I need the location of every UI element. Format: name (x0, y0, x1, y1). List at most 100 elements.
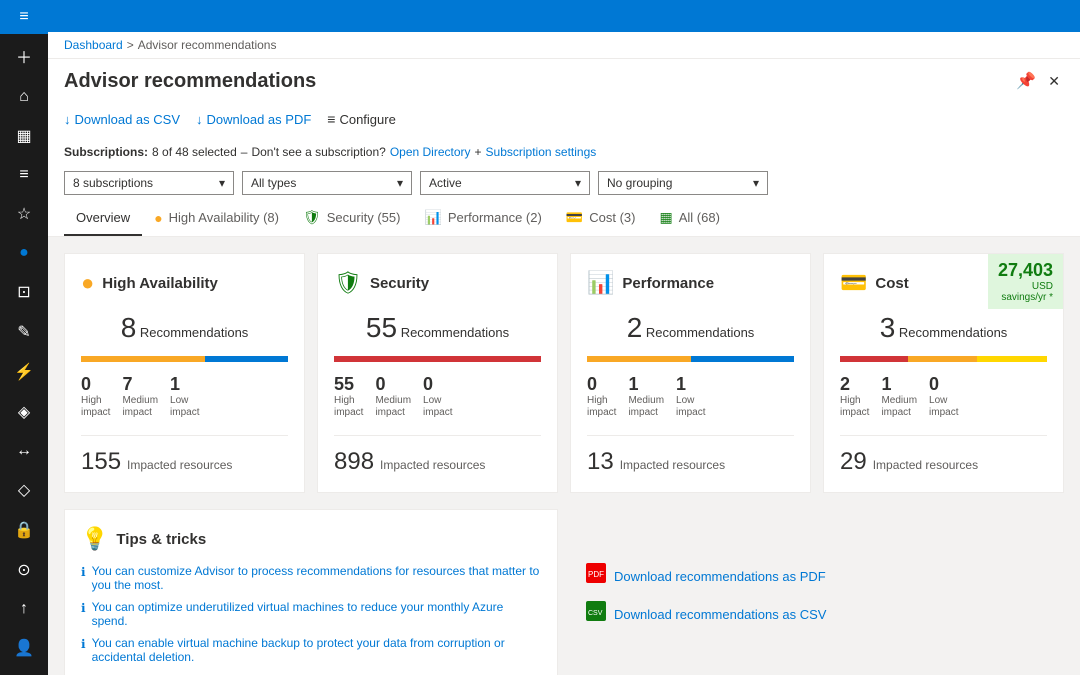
high-availability-impacted-count: 155 (81, 448, 121, 476)
tip-text-3: You can enable virtual machine backup to… (92, 636, 541, 664)
high-availability-impacted-label: Impacted resources (127, 458, 232, 472)
sidebar-icon-up[interactable]: ↑ (0, 590, 48, 628)
performance-high-count: 0 (587, 374, 597, 395)
download-csv-link[interactable]: Download recommendations as CSV (614, 607, 826, 622)
tips-header: 💡 Tips & tricks (81, 526, 541, 552)
performance-impacted-count: 13 (587, 448, 614, 476)
cost-high-label: Highimpact (840, 395, 869, 419)
sidebar-icon-lock[interactable]: 🔒 (0, 510, 48, 550)
performance-card-icon: 📊 (587, 270, 614, 296)
sidebar-icon-grid[interactable]: ⊡ (0, 272, 48, 312)
high-availability-bar-orange (81, 356, 205, 362)
high-availability-card: ● High Availability 8 Recommendations 0 … (64, 253, 305, 493)
cost-savings-period: savings/yr * (998, 292, 1053, 303)
high-availability-tab-icon: ● (154, 210, 162, 226)
status-filter[interactable]: Active ▾ (420, 171, 590, 195)
high-availability-low-count: 1 (170, 374, 180, 395)
tab-all[interactable]: ▦ All (68) (647, 201, 731, 236)
performance-high-label: Highimpact (587, 395, 616, 419)
tab-performance[interactable]: 📊 Performance (2) (412, 201, 553, 236)
cost-card-title: Cost (875, 275, 908, 292)
download-csv-item[interactable]: CSV Download recommendations as CSV (586, 601, 1048, 627)
high-availability-impacted: 155 Impacted resources (81, 435, 288, 476)
tab-overview[interactable]: Overview (64, 201, 142, 236)
download-pdf-link[interactable]: Download recommendations as PDF (614, 569, 826, 584)
sidebar-icon-edit[interactable]: ✎ (0, 312, 48, 352)
configure-button[interactable]: ≡ Configure (327, 107, 396, 131)
tip-text-2: You can optimize underutilized virtual m… (92, 600, 541, 628)
performance-high-impact: 0 Highimpact (587, 374, 616, 419)
sidebar-icon-shape[interactable]: ◇ (0, 470, 48, 510)
tab-performance-label: Performance (2) (448, 210, 542, 225)
performance-medium-label: Mediumimpact (628, 395, 664, 419)
tips-title: Tips & tricks (116, 531, 206, 548)
expand-icon[interactable]: ≡ (19, 8, 28, 26)
svg-text:PDF: PDF (588, 570, 604, 579)
breadcrumb-dashboard[interactable]: Dashboard (64, 38, 123, 52)
all-tab-icon: ▦ (659, 209, 672, 226)
sidebar-icon-star[interactable]: ☆ (0, 194, 48, 234)
tab-cost[interactable]: 💳 Cost (3) (554, 201, 648, 236)
sidebar-icon-arrows[interactable]: ↔ (0, 432, 48, 470)
tips-card: 💡 Tips & tricks ℹ You can customize Advi… (64, 509, 558, 675)
main-container: Dashboard > Advisor recommendations Advi… (48, 0, 1080, 675)
open-directory-link[interactable]: Open Directory (390, 145, 471, 159)
subscriptions-label: Subscriptions: (64, 145, 148, 159)
cost-card-icon: 💳 (840, 270, 867, 296)
security-impacts: 55 Highimpact 0 Mediumimpact 0 Lowimpact (334, 374, 541, 419)
performance-card: 📊 Performance 2 Recommendations 0 Highim… (570, 253, 811, 493)
cost-low-count: 0 (929, 374, 939, 395)
pdf-icon: PDF (586, 563, 606, 589)
high-availability-low-impact: 1 Lowimpact (170, 374, 199, 419)
tab-security-label: Security (55) (327, 210, 401, 225)
sidebar-icon-add[interactable]: ＋ (0, 34, 48, 78)
subscription-settings-link[interactable]: Subscription settings (486, 145, 597, 159)
types-filter[interactable]: All types ▾ (242, 171, 412, 195)
high-availability-low-label: Lowimpact (170, 395, 199, 419)
cost-medium-impact: 1 Mediumimpact (881, 374, 917, 419)
sidebar-icon-home[interactable]: ⌂ (0, 78, 48, 116)
sidebar-icon-lightning[interactable]: ⚡ (0, 352, 48, 392)
sidebar-icon-circle[interactable]: ● (0, 234, 48, 272)
security-progress (334, 356, 541, 362)
high-availability-high-label: Highimpact (81, 395, 110, 419)
high-availability-card-title: High Availability (102, 275, 218, 292)
page-title: Advisor recommendations (64, 70, 316, 93)
performance-count: 2 (627, 312, 643, 343)
sidebar-icon-dashboard[interactable]: ▦ (0, 116, 48, 156)
subscriptions-count: 8 of 48 selected (152, 145, 237, 159)
security-medium-impact: 0 Mediumimpact (375, 374, 411, 419)
pin-button[interactable]: 📌 (1012, 67, 1040, 95)
security-tab-icon: 🛡 (303, 209, 321, 226)
cost-progress (840, 356, 1047, 362)
cost-impacts: 2 Highimpact 1 Mediumimpact 0 Lowimpact (840, 374, 1047, 419)
download-csv-button[interactable]: ↓ Download as CSV (64, 108, 180, 131)
grouping-filter[interactable]: No grouping ▾ (598, 171, 768, 195)
sidebar-icon-diamond[interactable]: ◈ (0, 392, 48, 432)
tab-high-availability[interactable]: ● High Availability (8) (142, 201, 291, 236)
subscriptions-bar: Subscriptions: 8 of 48 selected – Don't … (48, 139, 1080, 165)
tip-icon-3: ℹ (81, 637, 86, 651)
close-button[interactable]: ✕ (1044, 67, 1064, 95)
tab-security[interactable]: 🛡 Security (55) (291, 201, 412, 236)
tip-item-3: ℹ You can enable virtual machine backup … (81, 636, 541, 664)
security-high-impact: 55 Highimpact (334, 374, 363, 419)
tab-overview-label: Overview (76, 210, 130, 225)
types-filter-chevron: ▾ (397, 176, 403, 190)
tip-icon-1: ℹ (81, 565, 86, 579)
sidebar-icon-circle2[interactable]: ⊙ (0, 550, 48, 590)
cost-recommendations: 3 Recommendations (840, 312, 1047, 344)
tip-text-1: You can customize Advisor to process rec… (92, 564, 541, 592)
download-pdf-button[interactable]: ↓ Download as PDF (196, 108, 311, 131)
sidebar-icon-person[interactable]: 👤 (0, 628, 48, 668)
tip-icon-2: ℹ (81, 601, 86, 615)
subscriptions-filter[interactable]: 8 subscriptions ▾ (64, 171, 234, 195)
cost-bar-red (840, 356, 908, 362)
breadcrumb: Dashboard > Advisor recommendations (48, 32, 1080, 59)
performance-low-count: 1 (676, 374, 686, 395)
toolbar: ↓ Download as CSV ↓ Download as PDF ≡ Co… (48, 99, 1080, 139)
tips-list: ℹ You can customize Advisor to process r… (81, 564, 541, 664)
performance-medium-count: 1 (628, 374, 638, 395)
download-pdf-item[interactable]: PDF Download recommendations as PDF (586, 563, 1048, 589)
sidebar-icon-list[interactable]: ≡ (0, 156, 48, 194)
